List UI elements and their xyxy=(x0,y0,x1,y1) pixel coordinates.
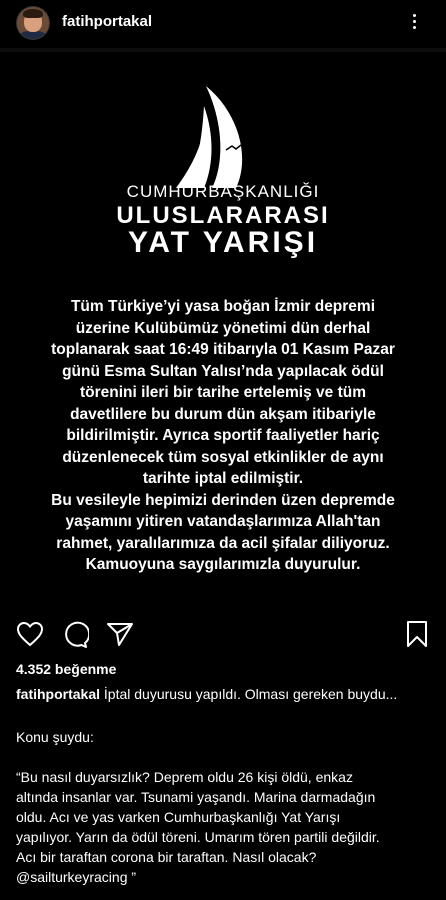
caption-line: oldu. Acı ve yas varken Cumhurbaşkanlığı… xyxy=(16,809,341,825)
caption-text: İptal duyurusu yapıldı. Olması gereken b… xyxy=(103,686,398,702)
mention-link[interactable]: @sailturkeyracing ” xyxy=(16,867,436,887)
announcement-line: Tüm Türkiye’yi yasa boğan İzmir depremi xyxy=(70,298,376,315)
announcement-line: davetlilere bu durum dün akşam itibariyl… xyxy=(70,405,376,423)
comment-icon[interactable] xyxy=(61,621,89,649)
announcement-line: Bu vesileyle hepimizi derinden üzen depr… xyxy=(51,491,395,509)
post-header: fatihportakal xyxy=(0,0,446,50)
caption-paragraph-1: Konu şuydu: xyxy=(16,729,94,745)
announcement-text: Tüm Türkiye’yi yasa boğan İzmir depremi … xyxy=(30,296,416,576)
avatar-hair xyxy=(23,9,43,18)
post-image[interactable]: CUMHURBAŞKANLIĞI ULUSLARARASI YAT YARIŞI… xyxy=(0,52,446,612)
caption-line: yapılıyor. Yarın da ödül töreni. Umarım … xyxy=(16,829,380,845)
more-options-icon[interactable] xyxy=(408,12,420,34)
announcement-line: tarihte iptal edilmiştir. xyxy=(142,470,304,487)
caption-line: altında insanlar var. Tsunami yaşandı. M… xyxy=(16,789,376,805)
caption-username[interactable]: fatihportakal xyxy=(16,686,100,702)
announcement-line: toplanarak saat 16:49 itibarıyla 01 Kası… xyxy=(51,341,395,358)
heart-icon[interactable] xyxy=(16,621,44,647)
caption-line: Acı bir taraftan corona bir taraftan. Na… xyxy=(16,849,317,865)
announcement-line: üzerine Kulübümüz yönetimi dün derhal xyxy=(75,319,371,337)
logo-line-3: YAT YARIŞI xyxy=(127,226,319,259)
action-bar xyxy=(0,615,446,655)
caption-line: “Bu nasıl duyarsızlık? Deprem oldu 26 ki… xyxy=(16,769,353,785)
caption-paragraph-2: “Bu nasıl duyarsızlık? Deprem oldu 26 ki… xyxy=(16,767,436,887)
send-icon[interactable] xyxy=(106,621,134,647)
announcement-line: düzenlenecek tüm sosyal etkinlikler de a… xyxy=(62,448,384,466)
announcement-line: günü Esma Sultan Yalısı’nda yapılacak öd… xyxy=(62,362,384,380)
announcement-line: Kamuoyuna saygılarımızla duyurulur. xyxy=(85,556,361,573)
caption: fatihportakal İptal duyurusu yapıldı. Ol… xyxy=(16,685,436,703)
logo-line-1: CUMHURBAŞKANLIĞI xyxy=(126,182,320,201)
avatar-body xyxy=(19,31,47,39)
likes-count[interactable]: 4.352 beğenme xyxy=(16,661,116,677)
announcement-line: törenini ileri bir tarihe ertelemiş ve t… xyxy=(80,384,366,401)
announcement-line: rahmet, yaralılarımıza da acil şifalar d… xyxy=(56,534,390,552)
bookmark-icon[interactable] xyxy=(405,620,429,648)
username[interactable]: fatihportakal xyxy=(62,13,152,30)
announcement-line: bildirilmiştir. Ayrıca sportif faaliyetl… xyxy=(66,427,380,444)
announcement-line: yaşamını yitiren vatandaşlarımıza Allah'… xyxy=(65,513,381,530)
avatar[interactable] xyxy=(16,6,50,40)
